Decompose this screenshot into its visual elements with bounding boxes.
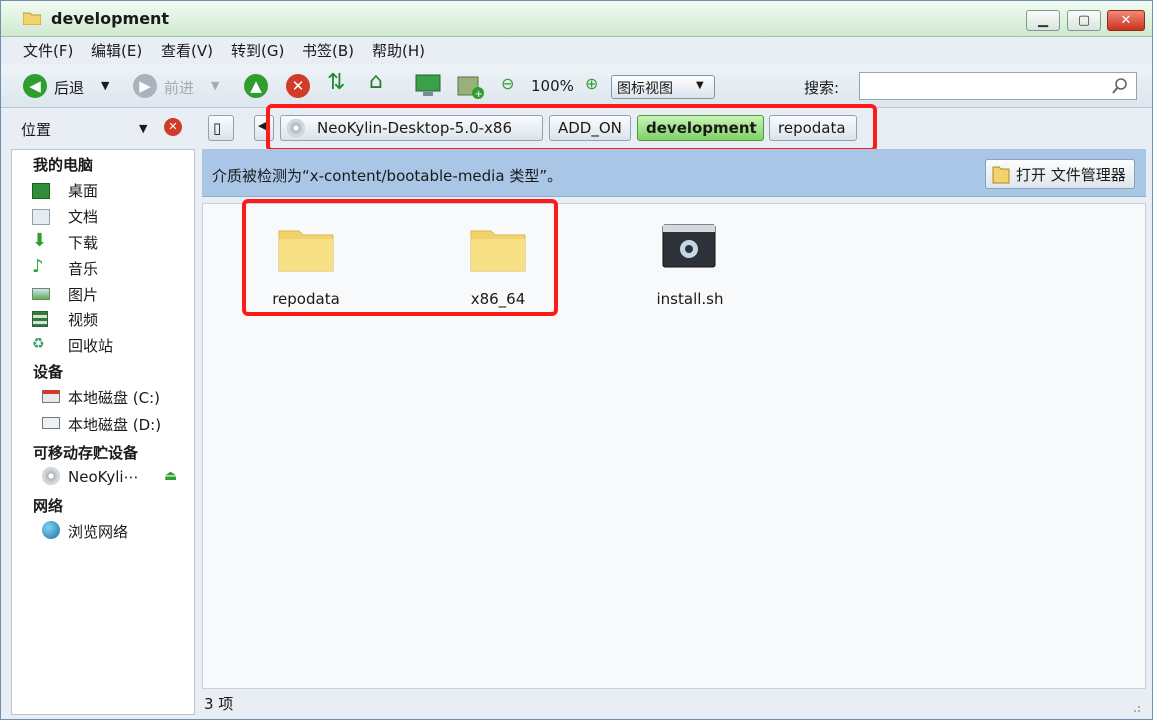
highlight-box-folders xyxy=(242,199,558,316)
search-icon[interactable] xyxy=(1111,77,1129,95)
drive-d-icon xyxy=(42,417,60,429)
sidebar-item-music[interactable]: 音乐 xyxy=(68,258,98,279)
menu-help[interactable]: 帮助(H) xyxy=(372,40,425,61)
close-icon: ✕ xyxy=(1120,13,1132,28)
file-item-install-sh[interactable]: install.sh xyxy=(635,222,745,318)
back-arrow-icon[interactable]: ◀ xyxy=(23,74,47,98)
desktop-icon xyxy=(32,183,50,199)
download-icon: ⬇ xyxy=(32,230,48,251)
title-bar: development ▁ ▢ ✕ xyxy=(1,1,1152,37)
toggle-location-button[interactable]: ▯ xyxy=(208,115,234,141)
sidebar-item-videos[interactable]: 视频 xyxy=(68,309,98,330)
view-mode-select[interactable]: 图标视图 ▼ xyxy=(611,75,715,99)
forward-dropdown-icon: ▼ xyxy=(211,79,220,92)
menu-edit[interactable]: 编辑(E) xyxy=(91,40,142,61)
drive-c-icon xyxy=(42,390,60,403)
menu-bookmarks[interactable]: 书签(B) xyxy=(302,40,354,61)
chevron-down-icon: ▼ xyxy=(696,80,704,91)
documents-icon xyxy=(32,209,50,225)
reload-icon[interactable]: ⇅ xyxy=(327,70,345,95)
sidebar-item-drive-c[interactable]: 本地磁盘 (C:) xyxy=(68,387,160,408)
sidebar-item-neokylin[interactable]: NeoKyli⋯ xyxy=(68,468,139,486)
computer-icon[interactable] xyxy=(415,74,441,98)
back-button[interactable]: 后退 xyxy=(54,77,84,98)
sidebar-heading-devices: 设备 xyxy=(33,363,64,381)
forward-button: 前进 xyxy=(164,79,195,97)
sidebar-heading-network: 网络 xyxy=(33,497,64,515)
minimize-icon: ▁ xyxy=(1038,13,1048,28)
sidebar-heading-computer: 我的电脑 xyxy=(33,156,94,174)
file-manager-window: development ▁ ▢ ✕ 文件(F) 编辑(E) 查看(V) 转到(G… xyxy=(0,0,1153,720)
status-bar: 3 项 xyxy=(202,689,1146,715)
window-title: development xyxy=(51,9,170,28)
search-label: 搜索: xyxy=(804,79,840,97)
script-gear-icon xyxy=(662,224,716,268)
maximize-icon: ▢ xyxy=(1077,13,1091,28)
media-info-bar: 介质被检测为“x-content/bootable-media 类型”。 打开 … xyxy=(202,149,1146,197)
back-dropdown-icon[interactable]: ▼ xyxy=(101,79,109,92)
sidebar-item-pictures[interactable]: 图片 xyxy=(68,284,98,305)
sidebar-item-documents[interactable]: 文档 xyxy=(68,206,98,227)
eject-icon[interactable]: ⏏ xyxy=(164,468,177,484)
up-icon[interactable]: ▲ xyxy=(244,74,268,98)
video-icon xyxy=(32,311,48,327)
sidebar-item-trash[interactable]: 回收站 xyxy=(68,335,113,356)
stop-icon[interactable]: ✕ xyxy=(286,74,310,98)
close-button[interactable]: ✕ xyxy=(1107,10,1145,31)
page-icon: ▯ xyxy=(213,119,222,137)
music-icon: ♪ xyxy=(32,256,44,277)
sidebar-item-desktop[interactable]: 桌面 xyxy=(68,180,98,201)
sidebar-item-browse-network[interactable]: 浏览网络 xyxy=(68,521,128,542)
open-file-manager-button[interactable]: 打开 文件管理器 xyxy=(985,159,1135,189)
view-mode-value: 图标视图 xyxy=(617,81,673,97)
open-file-manager-label: 打开 文件管理器 xyxy=(1016,166,1126,184)
sidebar-heading-removable: 可移动存贮设备 xyxy=(33,444,139,462)
places-label: 位置 xyxy=(21,121,52,139)
pictures-icon xyxy=(32,288,50,300)
sidebar-item-drive-d[interactable]: 本地磁盘 (D:) xyxy=(68,414,161,435)
zoom-in-icon[interactable]: ⊕ xyxy=(585,74,598,93)
forward-arrow-icon: ▶ xyxy=(133,74,157,98)
minimize-button[interactable]: ▁ xyxy=(1026,10,1060,31)
zoom-level: 100% xyxy=(531,77,574,95)
new-folder-icon[interactable]: + xyxy=(457,74,485,100)
resize-grip-icon[interactable] xyxy=(1129,701,1141,713)
svg-text:+: + xyxy=(475,89,483,100)
menu-go[interactable]: 转到(G) xyxy=(231,40,284,61)
network-icon xyxy=(42,521,60,539)
zoom-out-icon[interactable]: ⊖ xyxy=(501,74,514,93)
close-sidebar-icon[interactable]: ✕ xyxy=(164,118,182,136)
maximize-button[interactable]: ▢ xyxy=(1067,10,1101,31)
media-info-message: 介质被检测为“x-content/bootable-media 类型”。 xyxy=(212,167,563,185)
folder-icon xyxy=(992,166,1010,184)
item-count: 3 项 xyxy=(204,695,234,713)
home-icon[interactable]: ⌂ xyxy=(369,69,383,94)
folder-icon xyxy=(23,12,41,25)
menu-file[interactable]: 文件(F) xyxy=(23,40,73,61)
trash-icon: ♻ xyxy=(32,336,45,352)
menu-view[interactable]: 查看(V) xyxy=(161,40,213,61)
places-dropdown-icon[interactable]: ▼ xyxy=(139,122,147,135)
search-input[interactable] xyxy=(859,72,1137,100)
menu-bar: 文件(F) 编辑(E) 查看(V) 转到(G) 书签(B) 帮助(H) xyxy=(1,37,1152,63)
disc-icon xyxy=(42,467,60,485)
sidebar-item-downloads[interactable]: 下载 xyxy=(68,232,98,253)
file-label: install.sh xyxy=(656,290,724,308)
highlight-box-breadcrumb xyxy=(266,104,877,152)
